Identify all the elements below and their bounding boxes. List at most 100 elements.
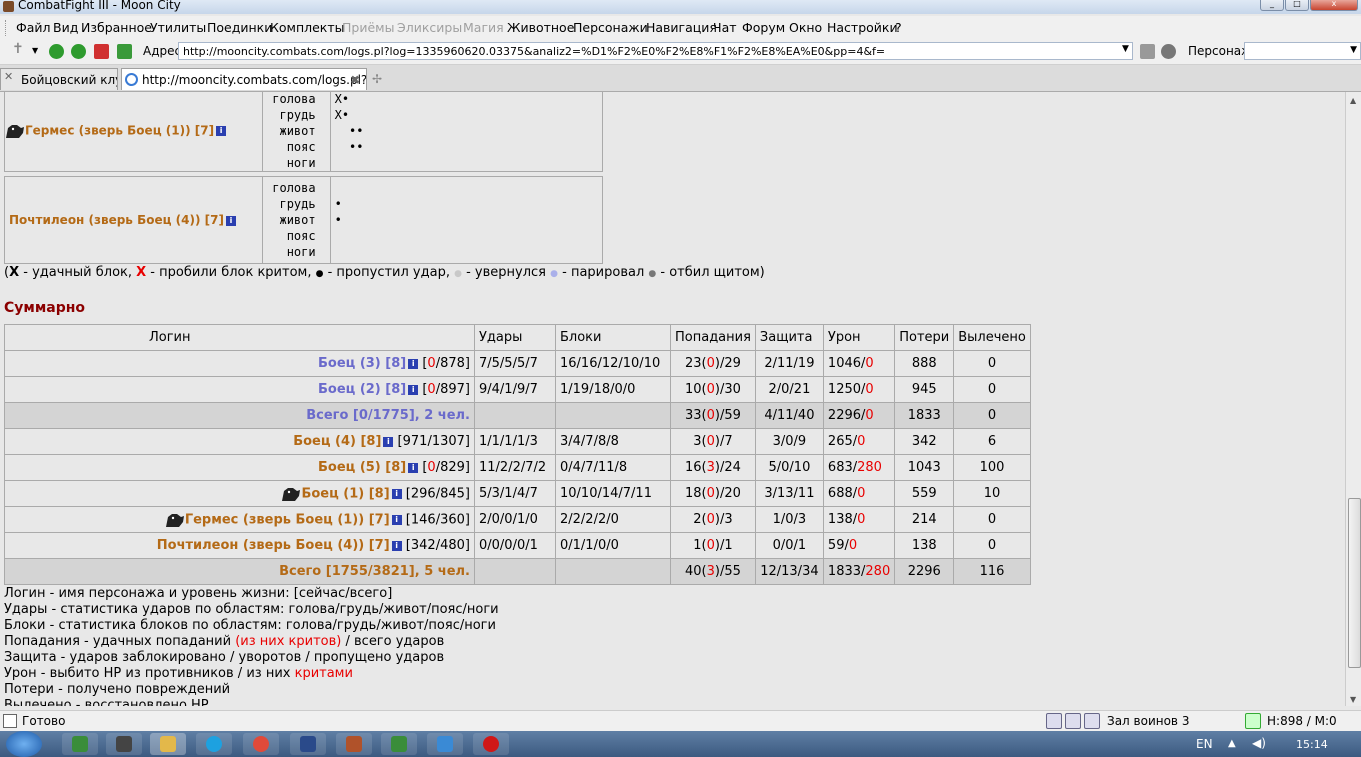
address-input[interactable]: http://mooncity.combats.com/logs.pl?log=… <box>178 42 1133 60</box>
forward-icon[interactable] <box>71 44 86 59</box>
tab-label: http://mooncity.combats.com/logs.pl?l... <box>142 73 367 87</box>
taskbar-app-4[interactable] <box>196 733 232 755</box>
start-button[interactable] <box>6 731 42 757</box>
info-icon[interactable]: i <box>391 540 402 551</box>
taskbar-app-3[interactable] <box>150 733 186 755</box>
menu-forum[interactable]: Форум <box>742 20 785 35</box>
fighter-name[interactable]: Гермес (зверь Боец (1)) [7] <box>25 124 214 138</box>
cell-login: Боец (2) [8] i [0/897] <box>4 376 475 403</box>
fighter-name[interactable]: Боец (5) [8] <box>318 460 406 475</box>
fighter-name[interactable]: Почтилеон (зверь Боец (4)) [7] <box>157 538 390 553</box>
taskbar-app-6[interactable] <box>290 733 326 755</box>
fighter-name[interactable]: Боец (1) [8] <box>301 486 389 501</box>
scroll-down-icon[interactable]: ▼ <box>1350 695 1356 704</box>
menu-animal[interactable]: Животное <box>507 20 574 35</box>
tab-fight-club[interactable]: ✕ Бойцовский клуб <box>0 68 118 90</box>
column-notes: Логин - имя персонажа и уровень жизни: [… <box>4 586 499 706</box>
legend-parry-dot-icon: ● <box>550 269 558 279</box>
fighter-name[interactable]: Почтилеон (зверь Боец (4)) [7] <box>5 213 224 227</box>
cell-damage: 1046/0 <box>822 350 896 377</box>
cell-defense: 1/0/3 <box>754 506 824 533</box>
note-line: Блоки - статистика блоков по областям: г… <box>4 618 499 634</box>
scroll-thumb[interactable] <box>1348 498 1361 668</box>
users-icon[interactable] <box>1161 44 1176 59</box>
window-icon[interactable] <box>1084 713 1100 729</box>
info-icon[interactable]: i <box>391 488 402 499</box>
clock-icon[interactable] <box>1046 713 1062 729</box>
taskbar: EN ▲ ◀) 15:14 <box>0 731 1361 757</box>
clear-address-icon[interactable] <box>1140 44 1155 59</box>
taskbar-app-10[interactable] <box>473 733 509 755</box>
cell-defense: 5/0/10 <box>754 454 824 481</box>
taskbar-app-1[interactable] <box>62 733 98 755</box>
doc-icon[interactable] <box>1065 713 1081 729</box>
info-icon[interactable]: i <box>383 436 394 447</box>
info-icon[interactable]: i <box>391 514 402 525</box>
clock-time[interactable]: 15:14 <box>1296 738 1328 751</box>
language-indicator[interactable]: EN <box>1196 737 1213 751</box>
info-icon[interactable]: i <box>408 462 419 473</box>
game-icon <box>346 736 362 752</box>
close-tab-icon[interactable]: ✖ <box>350 69 360 90</box>
fighter-name[interactable]: Гермес (зверь Боец (1)) [7] <box>185 512 390 527</box>
refresh-hp-icon[interactable] <box>1245 713 1261 729</box>
landed-count: 2 <box>693 512 702 527</box>
pin-icon[interactable]: ✝ <box>12 41 27 57</box>
taskbar-app-8[interactable] <box>381 733 417 755</box>
info-icon[interactable]: i <box>225 215 236 226</box>
landed-crit: 3 <box>706 564 715 579</box>
menu-characters[interactable]: Персонажи <box>573 20 648 35</box>
minimize-button[interactable]: _ <box>1260 0 1284 11</box>
info-icon[interactable]: i <box>408 384 419 395</box>
menu-chat[interactable]: Чат <box>713 20 737 35</box>
marks-legend: (X - удачный блок, X - пробили блок крит… <box>4 265 765 280</box>
taskbar-app-7[interactable] <box>336 733 372 755</box>
fighter-name[interactable]: Боец (3) [8] <box>318 356 406 371</box>
back-icon[interactable] <box>49 44 64 59</box>
menu-help[interactable]: ? <box>895 20 902 35</box>
maximize-button[interactable]: □ <box>1285 0 1309 11</box>
zone-label: голова <box>272 92 316 106</box>
menu-duels[interactable]: Поединки <box>207 20 272 35</box>
avatar-icon <box>165 512 185 528</box>
damage-crit: 280 <box>857 460 882 475</box>
stop-icon[interactable] <box>94 44 109 59</box>
dropdown-arrow-icon[interactable]: ▼ <box>32 46 47 61</box>
info-icon[interactable]: i <box>216 126 227 136</box>
info-icon[interactable]: i <box>408 358 419 369</box>
taskbar-app-2[interactable] <box>106 733 142 755</box>
col-healed: Вылечено <box>953 324 1031 351</box>
taskbar-app-9[interactable] <box>427 733 463 755</box>
vertical-scrollbar[interactable]: ▲ ▼ <box>1345 92 1361 706</box>
refresh-icon[interactable] <box>117 44 132 59</box>
landed-total: 24 <box>724 460 741 475</box>
legend-text: - увернулся <box>461 265 551 280</box>
fighter-name[interactable]: Всего [0/1775], 2 чел. <box>306 408 470 423</box>
tab-log-page[interactable]: http://mooncity.combats.com/logs.pl?l...… <box>121 68 367 90</box>
fighter-name[interactable]: Боец (4) [8] <box>293 434 381 449</box>
menu-window[interactable]: Окно <box>789 20 822 35</box>
close-button[interactable]: x <box>1310 0 1358 11</box>
note-line: Логин - имя персонажа и уровень жизни: [… <box>4 586 499 602</box>
menu-sets[interactable]: Комплекты <box>270 20 345 35</box>
tray-arrow-icon[interactable]: ▲ <box>1228 738 1236 749</box>
menu-navigation[interactable]: Навигация <box>646 20 717 35</box>
menu-settings[interactable]: Настройки <box>827 20 898 35</box>
col-losses: Потери <box>894 324 955 351</box>
new-tab-icon[interactable]: ✢ <box>372 72 382 86</box>
taskbar-app-5[interactable] <box>243 733 279 755</box>
cell-blocks: 1/19/18/0/0 <box>555 376 671 403</box>
character-select[interactable]: ▼ <box>1244 42 1361 60</box>
fighter-cell: Почтилеон (зверь Боец (4)) [7] i <box>3 176 264 264</box>
zone-mark <box>335 244 602 260</box>
menu-view[interactable]: Вид <box>53 20 78 35</box>
volume-icon[interactable]: ◀) <box>1252 736 1266 750</box>
address-dropdown-icon[interactable]: ▼ <box>1122 44 1129 54</box>
scroll-up-icon[interactable]: ▲ <box>1350 96 1356 105</box>
menu-file[interactable]: Файл <box>16 20 51 35</box>
landed-crit: 0 <box>706 382 715 397</box>
fighter-name[interactable]: Боец (2) [8] <box>318 382 406 397</box>
menu-utilities[interactable]: Утилиты <box>150 20 206 35</box>
fighter-name[interactable]: Всего [1755/3821], 5 чел. <box>279 564 470 579</box>
menu-favorites[interactable]: Избранное <box>81 20 152 35</box>
